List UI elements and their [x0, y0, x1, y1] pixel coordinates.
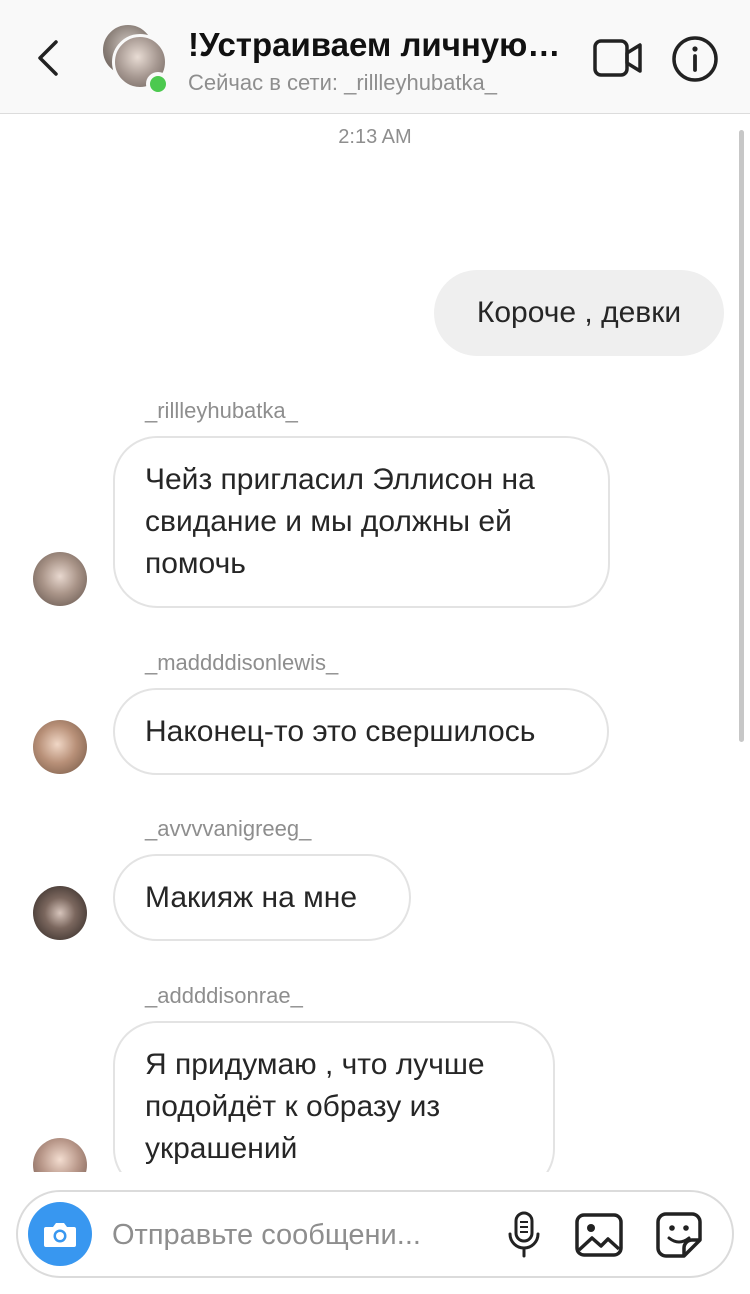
back-button[interactable] — [30, 34, 70, 82]
outgoing-message[interactable]: Короче , девки — [434, 270, 724, 356]
gallery-button[interactable] — [574, 1210, 624, 1260]
video-call-button[interactable] — [592, 36, 644, 80]
message-timestamp: 2:13 AM — [338, 126, 412, 148]
message-sender: _addddisonrae_ — [145, 983, 303, 1008]
chat-title[interactable]: !Устраиваем личную… — [188, 26, 560, 64]
chevron-left-icon — [38, 40, 58, 76]
scrollbar[interactable] — [739, 130, 744, 742]
group-avatar[interactable] — [100, 22, 174, 96]
sticker-button[interactable] — [654, 1210, 704, 1260]
sender-avatar[interactable] — [33, 720, 87, 774]
chat-subtitle: Сейчас в сети: _rillleyhubatka_ — [188, 70, 497, 95]
info-icon — [672, 36, 718, 82]
incoming-message[interactable]: Чейз пригласил Эллисон на свидание и мы … — [113, 436, 610, 608]
incoming-message[interactable]: Я придумаю , что лучше подойдёт к образу… — [113, 1021, 555, 1193]
chat-header: !Устраиваем личную… Сейчас в сети: _rill… — [0, 0, 750, 114]
message-composer — [16, 1190, 734, 1278]
incoming-message[interactable]: Наконец-то это свершилось — [113, 688, 609, 775]
voice-message-button[interactable] — [504, 1210, 544, 1260]
sender-avatar[interactable] — [33, 886, 87, 940]
image-gallery-icon — [575, 1213, 623, 1257]
sticker-icon — [656, 1212, 702, 1258]
online-status-dot — [146, 72, 170, 96]
camera-icon — [44, 1223, 76, 1247]
sender-avatar[interactable] — [33, 552, 87, 606]
video-camera-icon — [593, 39, 642, 77]
message-input[interactable] — [112, 1214, 472, 1256]
info-button[interactable] — [670, 34, 720, 84]
microphone-icon — [508, 1211, 540, 1258]
camera-button[interactable] — [28, 1202, 92, 1266]
incoming-message[interactable]: Макияж на мне — [113, 854, 411, 941]
message-sender: _avvvvanigreeg_ — [145, 816, 312, 841]
message-sender: _rillleyhubatka_ — [145, 398, 298, 423]
message-sender: _maddddisonlewis_ — [145, 650, 339, 675]
